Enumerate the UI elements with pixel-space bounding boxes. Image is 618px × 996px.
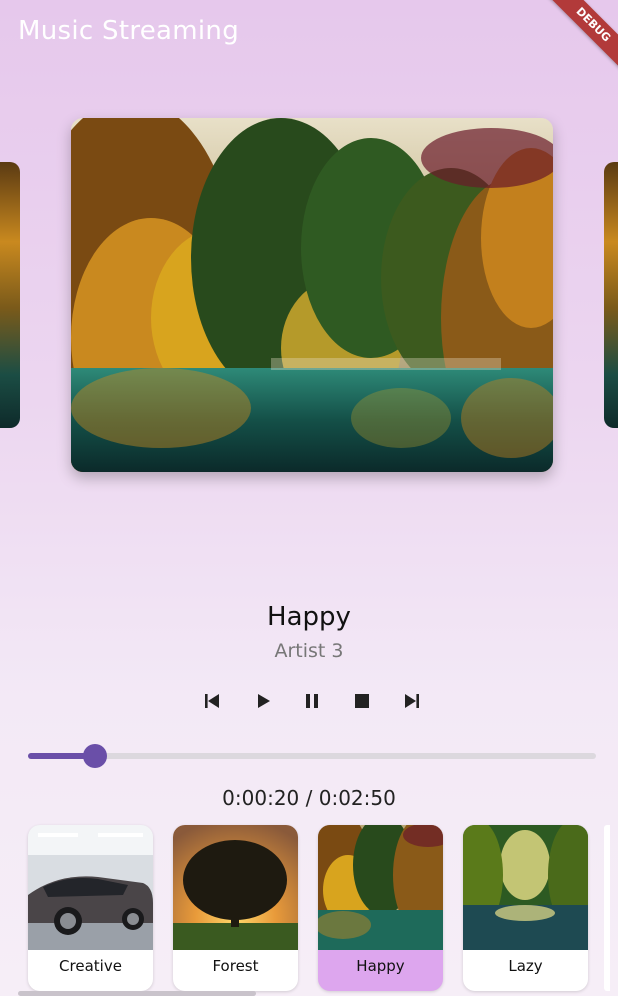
playlist-card-label: Happy: [356, 957, 405, 975]
playlist-strip: Creative Forest Happy Lazy: [28, 825, 618, 996]
album-cover-art: [71, 118, 553, 472]
creative-thumbnail: [28, 825, 153, 950]
happy-thumbnail: [318, 825, 443, 950]
track-artist: Artist 3: [274, 640, 344, 662]
playlist-card-creative[interactable]: Creative: [28, 825, 153, 991]
progress-thumb[interactable]: [83, 744, 108, 768]
next-button[interactable]: [397, 686, 427, 716]
playlist-card-partial[interactable]: [604, 825, 610, 991]
stop-button[interactable]: [347, 686, 377, 716]
track-title: Happy: [267, 602, 351, 632]
playlist-card-label: Creative: [59, 957, 122, 975]
skip-next-icon: [405, 694, 419, 708]
stop-icon: [355, 694, 369, 708]
play-icon: [258, 694, 270, 708]
forest-thumbnail: [173, 825, 298, 950]
carousel-next-cover[interactable]: [604, 162, 618, 428]
play-button[interactable]: [248, 686, 278, 716]
app-title: Music Streaming: [18, 16, 240, 46]
time-display: 0:00:20 / 0:02:50: [222, 786, 396, 810]
playlist-scrollbar[interactable]: [18, 991, 256, 996]
playlist-card-lazy[interactable]: Lazy: [463, 825, 588, 991]
playlist-card-label: Lazy: [508, 957, 543, 975]
playback-controls: [0, 686, 618, 716]
carousel-previous-cover[interactable]: [0, 162, 20, 428]
progress-track: [28, 753, 596, 759]
pause-icon: [306, 694, 318, 708]
skip-previous-icon: [205, 694, 219, 708]
album-cover[interactable]: [71, 118, 553, 472]
previous-button[interactable]: [197, 686, 227, 716]
pause-button[interactable]: [297, 686, 327, 716]
playlist-card-forest[interactable]: Forest: [173, 825, 298, 991]
playlist-card-happy[interactable]: Happy: [318, 825, 443, 991]
playlist-card-label: Forest: [212, 957, 259, 975]
progress-slider[interactable]: [28, 744, 596, 768]
lazy-thumbnail: [463, 825, 588, 950]
debug-banner: DEBUG: [546, 0, 618, 72]
